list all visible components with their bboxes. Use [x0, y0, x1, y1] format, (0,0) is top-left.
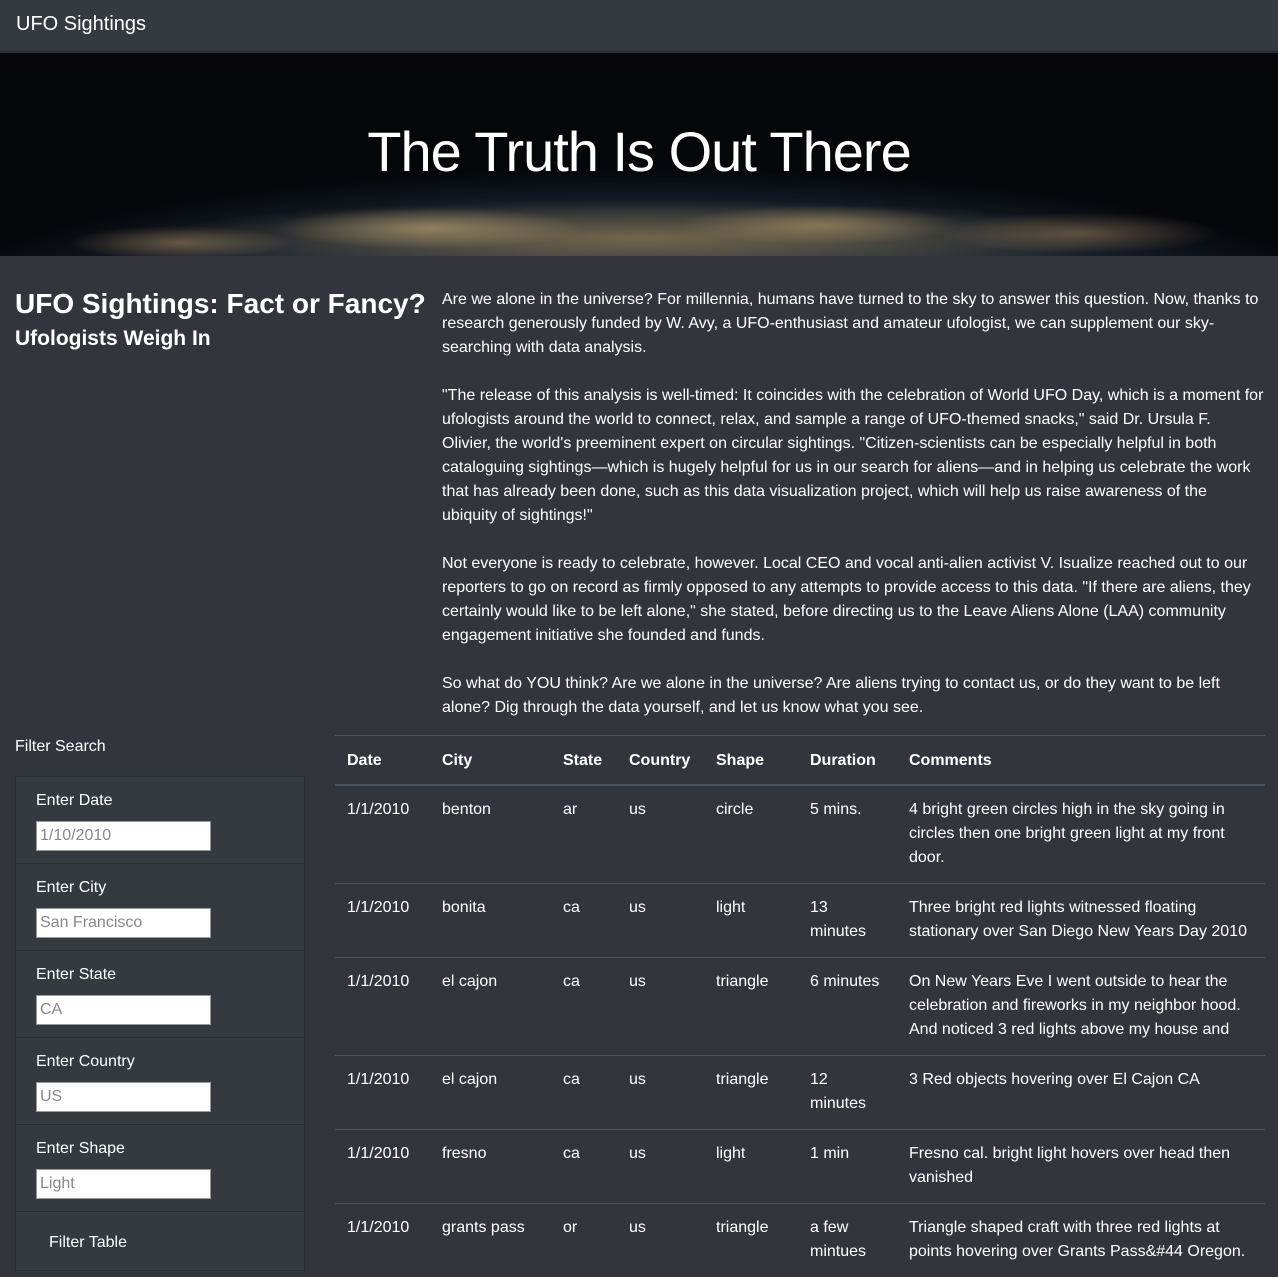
article-paragraph: Not everyone is ready to celebrate, howe…: [442, 552, 1264, 648]
cell-state: ca: [551, 1130, 617, 1204]
cell-duration: 1 min: [798, 1130, 897, 1204]
cell-comments: On New Years Eve I went outside to hear …: [897, 958, 1265, 1056]
column-header-date: Date: [335, 736, 430, 786]
filter-label-state: Enter State: [36, 966, 116, 984]
cell-city: fresno: [430, 1130, 551, 1204]
cell-country: us: [617, 884, 704, 958]
cell-date: 1/1/2010: [335, 958, 430, 1056]
city-input[interactable]: [36, 908, 211, 938]
column-header-shape: Shape: [704, 736, 798, 786]
filter-item-date: Enter Date: [16, 777, 304, 864]
table-row: 1/1/2010 fresno ca us light 1 min Fresno…: [335, 1130, 1265, 1204]
filter-heading: Filter Search: [15, 738, 106, 756]
article-paragraph: So what do YOU think? Are we alone in th…: [442, 672, 1264, 720]
article-paragraph: "The release of this analysis is well-ti…: [442, 384, 1264, 528]
cell-comments: Fresno cal. bright light hovers over hea…: [897, 1130, 1265, 1204]
cell-city: el cajon: [430, 958, 551, 1056]
cell-comments: 3 Red objects hovering over El Cajon CA: [897, 1056, 1265, 1130]
cell-date: 1/1/2010: [335, 785, 430, 884]
article-paragraph: Are we alone in the universe? For millen…: [442, 288, 1264, 360]
table-header-row: Date City State Country Shape Duration C…: [335, 736, 1265, 786]
filter-panel: Enter Date Enter City Enter State Enter …: [15, 776, 305, 1271]
table-row: 1/1/2010 grants pass or us triangle a fe…: [335, 1204, 1265, 1277]
cell-state: ca: [551, 958, 617, 1056]
table-row: 1/1/2010 benton ar us circle 5 mins. 4 b…: [335, 785, 1265, 884]
navbar: UFO Sightings: [0, 0, 1278, 52]
cell-shape: triangle: [704, 1056, 798, 1130]
column-header-city: City: [430, 736, 551, 786]
ufo-table-wrapper: Date City State Country Shape Duration C…: [335, 735, 1265, 1277]
cell-state: ca: [551, 1056, 617, 1130]
cell-date: 1/1/2010: [335, 1204, 430, 1277]
cell-shape: light: [704, 884, 798, 958]
cell-country: us: [617, 958, 704, 1056]
hero-title: The Truth Is Out There: [0, 119, 1278, 184]
state-input[interactable]: [36, 995, 211, 1025]
cell-date: 1/1/2010: [335, 1056, 430, 1130]
cell-duration: 13 minutes: [798, 884, 897, 958]
filter-label-city: Enter City: [36, 879, 106, 897]
table-row: 1/1/2010 bonita ca us light 13 minutes T…: [335, 884, 1265, 958]
cell-city: grants pass: [430, 1204, 551, 1277]
ufo-table: Date City State Country Shape Duration C…: [335, 735, 1265, 1277]
cell-country: us: [617, 785, 704, 884]
cell-state: ar: [551, 785, 617, 884]
cell-city: el cajon: [430, 1056, 551, 1130]
column-header-comments: Comments: [897, 736, 1265, 786]
page-subtitle: Ufologists Weigh In: [15, 327, 211, 351]
column-header-duration: Duration: [798, 736, 897, 786]
filter-item-shape: Enter Shape: [16, 1125, 304, 1212]
column-header-state: State: [551, 736, 617, 786]
cell-date: 1/1/2010: [335, 884, 430, 958]
filter-table-button[interactable]: Filter Table: [36, 1225, 186, 1261]
date-input[interactable]: [36, 821, 211, 851]
cell-comments: Triangle shaped craft with three red lig…: [897, 1204, 1265, 1277]
cell-duration: 5 mins.: [798, 785, 897, 884]
filter-label-date: Enter Date: [36, 792, 112, 810]
country-input[interactable]: [36, 1082, 211, 1112]
filter-item-country: Enter Country: [16, 1038, 304, 1125]
filter-item-city: Enter City: [16, 864, 304, 951]
cell-duration: 12 minutes: [798, 1056, 897, 1130]
hero-banner: The Truth Is Out There: [0, 53, 1278, 256]
cell-date: 1/1/2010: [335, 1130, 430, 1204]
navbar-brand-link[interactable]: UFO Sightings: [16, 13, 146, 36]
table-row: 1/1/2010 el cajon ca us triangle 6 minut…: [335, 958, 1265, 1056]
cell-city: benton: [430, 785, 551, 884]
cell-comments-text: On New Years Eve I went outside to hear …: [909, 970, 1253, 1042]
page-title: UFO Sightings: Fact or Fancy?: [15, 288, 426, 320]
cell-comments: Three bright red lights witnessed floati…: [897, 884, 1265, 958]
shape-input[interactable]: [36, 1169, 211, 1199]
cell-shape: circle: [704, 785, 798, 884]
cell-shape: triangle: [704, 958, 798, 1056]
filter-item-state: Enter State: [16, 951, 304, 1038]
cell-duration: 6 minutes: [798, 958, 897, 1056]
cell-duration: a few mintues: [798, 1204, 897, 1277]
cell-country: us: [617, 1056, 704, 1130]
cell-country: us: [617, 1130, 704, 1204]
cell-shape: light: [704, 1130, 798, 1204]
cell-comments: 4 bright green circles high in the sky g…: [897, 785, 1265, 884]
cell-state: ca: [551, 884, 617, 958]
cell-shape: triangle: [704, 1204, 798, 1277]
cell-city: bonita: [430, 884, 551, 958]
cell-country: us: [617, 1204, 704, 1277]
filter-label-shape: Enter Shape: [36, 1140, 125, 1158]
cell-state: or: [551, 1204, 617, 1277]
column-header-country: Country: [617, 736, 704, 786]
filter-label-country: Enter Country: [36, 1053, 135, 1071]
table-row: 1/1/2010 el cajon ca us triangle 12 minu…: [335, 1056, 1265, 1130]
article-body: Are we alone in the universe? For millen…: [442, 288, 1264, 744]
